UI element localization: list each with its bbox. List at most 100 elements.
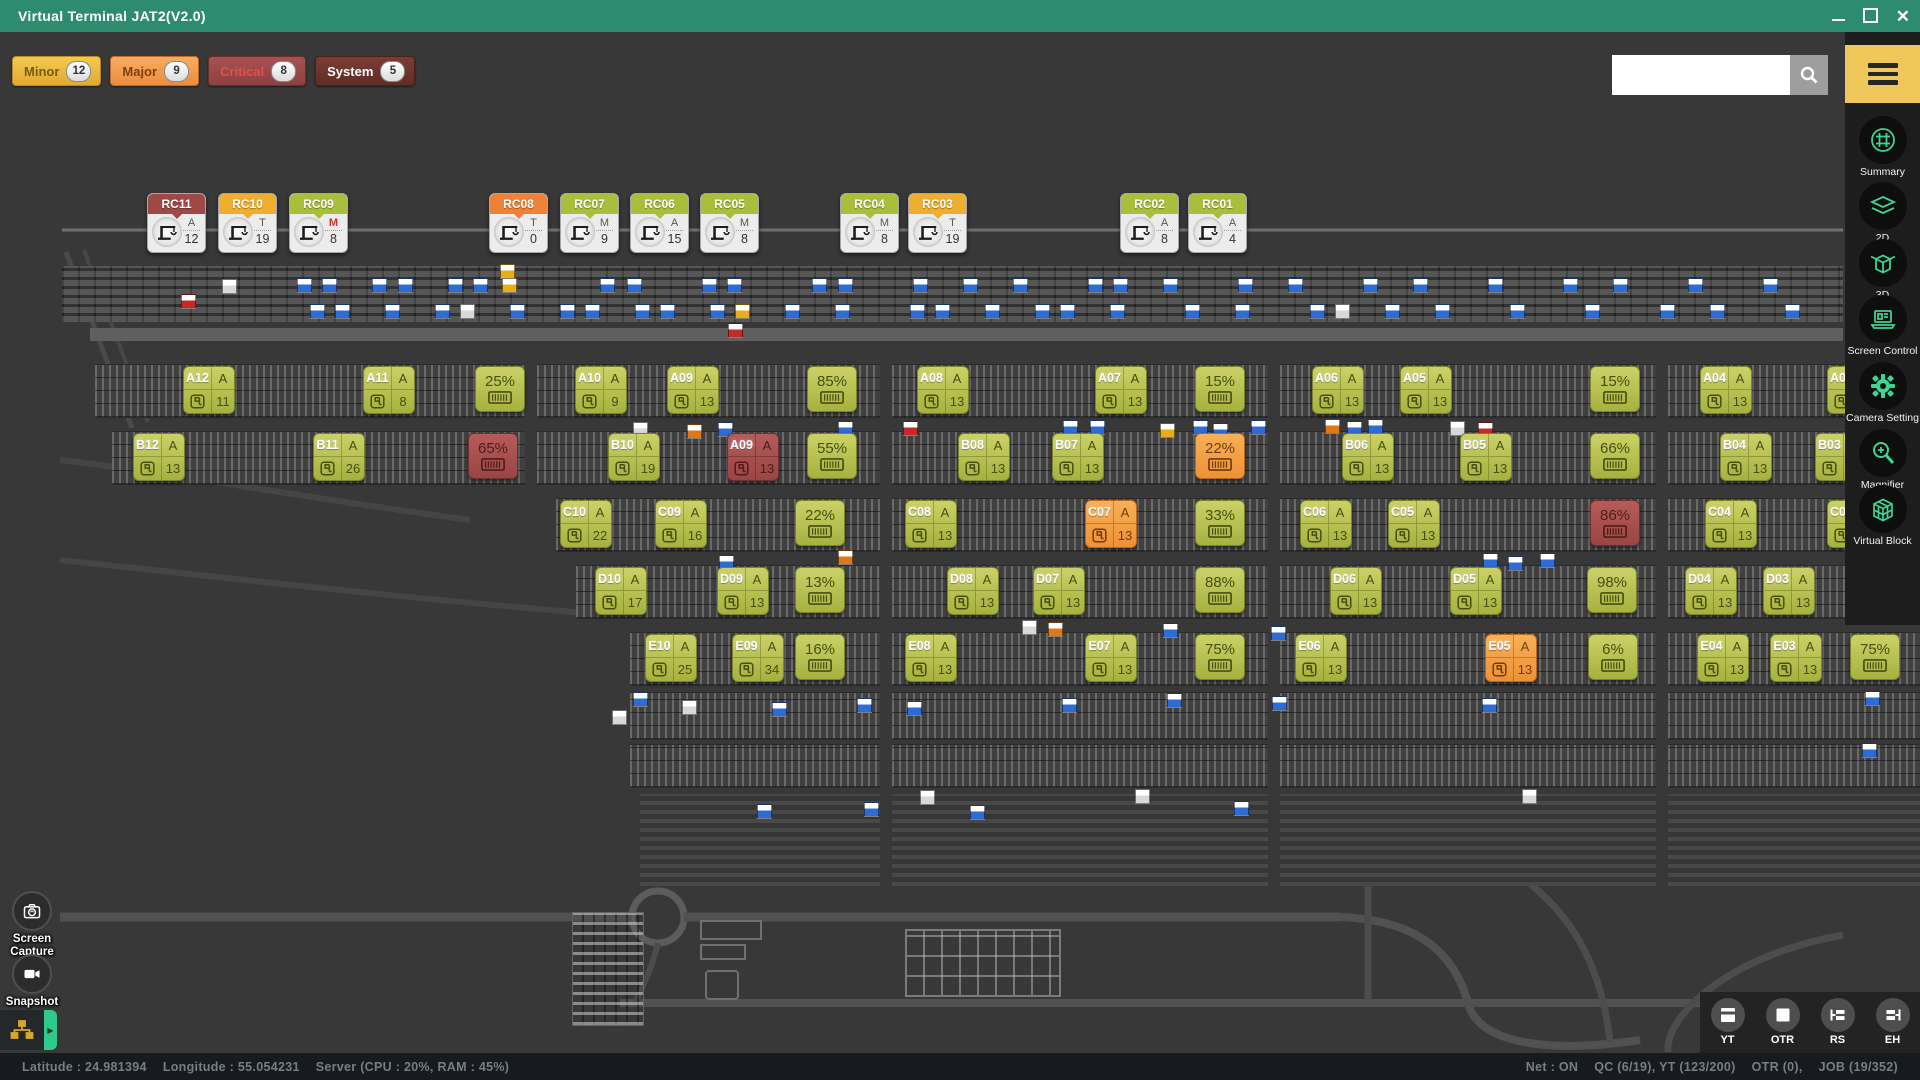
crane-card-rc01[interactable]: RC01 A 4 [1188, 193, 1247, 253]
yard-block-e06[interactable]: E06 A 13 [1295, 634, 1347, 682]
occupancy-badge[interactable]: 13% [795, 567, 845, 613]
yard-block-a06[interactable]: A06 A 13 [1312, 366, 1364, 414]
toolbar-rs-button[interactable]: RS [1821, 998, 1855, 1046]
occupancy-badge[interactable]: 6% [1588, 634, 1638, 680]
yard-block-e03[interactable]: E03 A 13 [1770, 634, 1822, 682]
yard-block-e09[interactable]: E09 A 34 [732, 634, 784, 682]
crane-card-rc05[interactable]: RC05 M 8 [700, 193, 759, 253]
crane-card-rc08[interactable]: RC08 T 0 [489, 193, 548, 253]
yard-block-a05[interactable]: A05 A 13 [1400, 366, 1452, 414]
alert-filter-major[interactable]: Major9 [110, 56, 199, 86]
crane-card-rc10[interactable]: RC10 T 19 [218, 193, 277, 253]
yard-block-d06[interactable]: D06 A 13 [1330, 567, 1382, 615]
yard-block-d03[interactable]: D03 A 13 [1763, 567, 1815, 615]
crane-card-rc06[interactable]: RC06 A 15 [630, 193, 689, 253]
yard-block-b04[interactable]: B04 A 13 [1720, 433, 1772, 481]
menu-button[interactable] [1845, 45, 1920, 103]
yard-block-c09[interactable]: C09 A 16 [655, 500, 707, 548]
yard-block-e05[interactable]: E05 A 13 [1485, 634, 1537, 682]
yard-block-c05[interactable]: C05 A 13 [1388, 500, 1440, 548]
sidebar-item-3d[interactable]: 3D [1845, 239, 1920, 301]
crane-card-rc04[interactable]: RC04 M 8 [840, 193, 899, 253]
toolbar-eh-button[interactable]: EH [1876, 998, 1910, 1046]
sidebar-item-camera-setting[interactable]: Camera Setting [1845, 362, 1920, 424]
yard-block-b11[interactable]: B11 A 26 [313, 433, 365, 481]
yard-block-b12[interactable]: B12 A 13 [133, 433, 185, 481]
occupancy-badge[interactable]: 15% [1195, 366, 1245, 412]
sidebar-item-screen-control[interactable]: Screen Control [1845, 295, 1920, 357]
toolbar-yt-button[interactable]: YT [1711, 998, 1745, 1046]
yard-block-e07[interactable]: E07 A 13 [1085, 634, 1137, 682]
yard-block-c07[interactable]: C07 A 13 [1085, 500, 1137, 548]
forklift-icon [184, 390, 212, 413]
forklift-icon [1331, 591, 1359, 614]
yard-block-c10[interactable]: C10 A 22 [560, 500, 612, 548]
occupancy-badge[interactable]: 86% [1590, 500, 1640, 546]
crane-card-rc02[interactable]: RC02 A 8 [1120, 193, 1179, 253]
occupancy-badge[interactable]: 75% [1850, 634, 1900, 680]
crane-card-rc09[interactable]: RC09 M 8 [289, 193, 348, 253]
yard-block-a09[interactable]: A09 A 13 [727, 433, 779, 481]
yard-block-c08[interactable]: C08 A 13 [905, 500, 957, 548]
occupancy-badge[interactable]: 75% [1195, 634, 1245, 680]
yard-block-e10[interactable]: E10 A 25 [645, 634, 697, 682]
yard-block-c06[interactable]: C06 A 13 [1300, 500, 1352, 548]
panel-expand-button[interactable]: ▶ [44, 1010, 57, 1050]
minimize-button[interactable] [1832, 9, 1845, 23]
yard-block-d09[interactable]: D09 A 13 [717, 567, 769, 615]
occupancy-badge[interactable]: 66% [1590, 433, 1640, 479]
occupancy-badge[interactable]: 15% [1590, 366, 1640, 412]
sidebar-item-magnifier[interactable]: Magnifier [1845, 429, 1920, 491]
occupancy-badge[interactable]: 55% [807, 433, 857, 479]
yard-block-a09[interactable]: A09 A 13 [667, 366, 719, 414]
close-button[interactable]: ✕ [1896, 8, 1910, 25]
alert-filter-system[interactable]: System5 [315, 56, 415, 86]
yard-block-d10[interactable]: D10 A 17 [595, 567, 647, 615]
yard-block-d07[interactable]: D07 A 13 [1033, 567, 1085, 615]
search-button[interactable] [1790, 55, 1828, 95]
sidebar-item-2d[interactable]: 2D [1845, 182, 1920, 244]
occupancy-badge[interactable]: 25% [475, 366, 525, 412]
yard-block-b10[interactable]: B10 A 19 [608, 433, 660, 481]
yard-block-b07[interactable]: B07 A 13 [1052, 433, 1104, 481]
occupancy-badge[interactable]: 88% [1195, 567, 1245, 613]
yard-block-e04[interactable]: E04 A 13 [1697, 634, 1749, 682]
tree-panel-button[interactable] [0, 1010, 44, 1050]
yard-block-b05[interactable]: B05 A 13 [1460, 433, 1512, 481]
snapshot-button[interactable]: Snapshot [2, 954, 62, 1009]
yard-block-a08[interactable]: A08 A 13 [917, 366, 969, 414]
yard-block-c04[interactable]: C04 A 13 [1705, 500, 1757, 548]
crane-card-rc03[interactable]: RC03 T 19 [908, 193, 967, 253]
alert-filter-minor[interactable]: Minor12 [12, 56, 101, 86]
sidebar-item-virtual-block[interactable]: Virtual Block [1845, 485, 1920, 547]
yard-block-a07[interactable]: A07 A 13 [1095, 366, 1147, 414]
yard-block-a10[interactable]: A10 A 9 [575, 366, 627, 414]
maximize-button[interactable] [1863, 8, 1878, 25]
toolbar-otr-button[interactable]: OTR [1766, 998, 1800, 1046]
yard-block-a11[interactable]: A11 A 8 [363, 366, 415, 414]
yard-block-b08[interactable]: B08 A 13 [958, 433, 1010, 481]
yard-block-b06[interactable]: B06 A 13 [1342, 433, 1394, 481]
yard-block-d04[interactable]: D04 A 13 [1685, 567, 1737, 615]
crane-card-rc07[interactable]: RC07 M 9 [560, 193, 619, 253]
yard-block-d08[interactable]: D08 A 13 [947, 567, 999, 615]
screen-capture-button[interactable]: Screen Capture [2, 891, 62, 959]
occupancy-badge[interactable]: 98% [1587, 567, 1637, 613]
yard-block-d05[interactable]: D05 A 13 [1450, 567, 1502, 615]
alert-filter-critical[interactable]: Critical8 [208, 56, 306, 86]
yard-block-e08[interactable]: E08 A 13 [905, 634, 957, 682]
occupancy-badge[interactable]: 85% [807, 366, 857, 412]
occupancy-badge[interactable]: 16% [795, 634, 845, 680]
search-input[interactable] [1612, 55, 1790, 95]
terminal-map[interactable]: RC11 A 12 RC10 [0, 32, 1920, 1053]
yard-block-a12[interactable]: A12 A 11 [183, 366, 235, 414]
occupancy-badge[interactable]: 33% [1195, 500, 1245, 546]
crane-card-rc11[interactable]: RC11 A 12 [147, 193, 206, 253]
sidebar-item-summary[interactable]: Summary [1845, 116, 1920, 178]
occupancy-badge[interactable]: 22% [795, 500, 845, 546]
sitemap-icon [10, 1019, 34, 1041]
crane-mode: A [1224, 217, 1241, 231]
yard-block-a04[interactable]: A04 A 13 [1700, 366, 1752, 414]
occupancy-badge[interactable]: 22% [1195, 433, 1245, 479]
occupancy-badge[interactable]: 65% [468, 433, 518, 479]
